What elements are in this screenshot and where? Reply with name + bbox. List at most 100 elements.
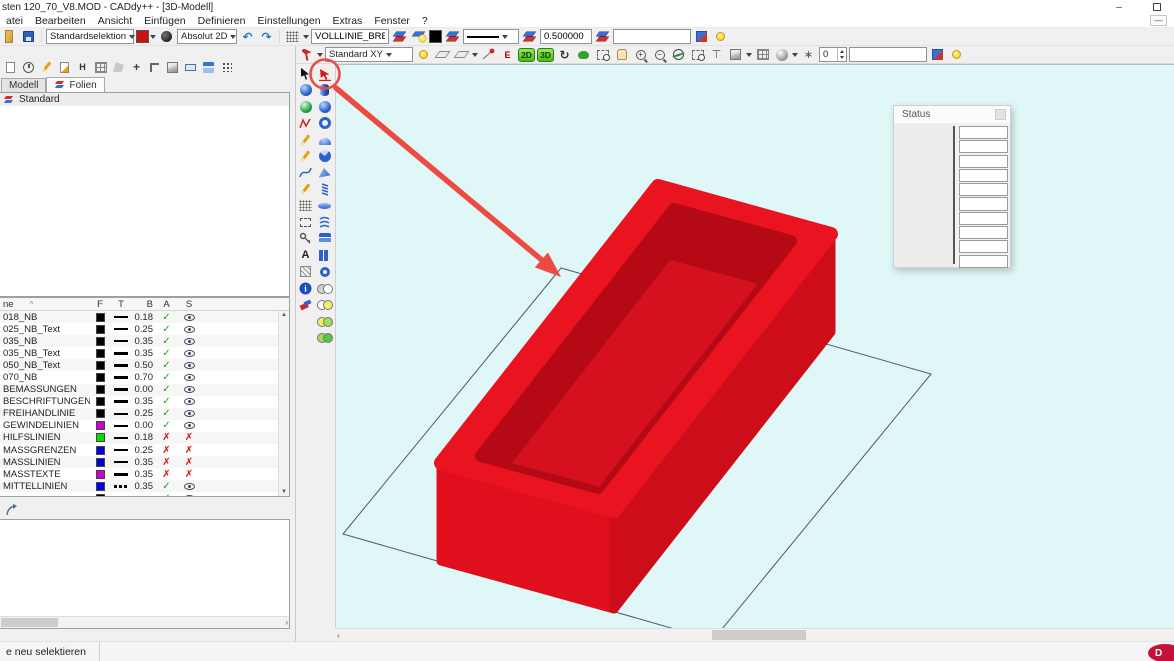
layer-width[interactable]: 0.35 <box>132 336 156 347</box>
spin-down-icon[interactable] <box>838 55 846 62</box>
point-snap-button[interactable] <box>480 47 497 63</box>
menu-item[interactable]: ? <box>416 15 434 27</box>
spinner-arrows[interactable] <box>837 48 846 61</box>
layer-linetype-cell[interactable] <box>110 388 132 391</box>
3d-viewport[interactable] <box>335 64 1174 628</box>
sphere3d-icon[interactable] <box>316 99 333 115</box>
menu-item[interactable]: Ansicht <box>92 15 138 27</box>
stack3d-icon[interactable] <box>316 231 333 247</box>
layer-row[interactable]: GEWINDELINIEN 0.00 ✓✗ ✗ <box>0 420 289 432</box>
layer-visible-cell[interactable]: ✗ <box>177 445 201 456</box>
measure-key-icon[interactable] <box>297 231 314 247</box>
pin-button[interactable] <box>298 47 315 63</box>
layer-linetype-cell[interactable] <box>110 485 132 488</box>
axis-icon[interactable]: + <box>128 59 145 75</box>
coordinate-combo[interactable]: Absolut 2D <box>177 29 237 44</box>
shading-button[interactable] <box>773 47 790 63</box>
mdi-minimize-button[interactable]: — <box>1150 15 1167 26</box>
cube-view-button[interactable] <box>727 47 744 63</box>
chevron-down-icon[interactable] <box>303 35 309 42</box>
header-t[interactable]: T <box>110 299 132 310</box>
shell-icon[interactable] <box>316 149 333 165</box>
light-button[interactable] <box>712 29 729 45</box>
layer-visible-cell[interactable]: ✗ <box>177 362 201 369</box>
dome-icon[interactable] <box>316 132 333 148</box>
layer-color-cell[interactable] <box>90 470 110 479</box>
zoom-out-button[interactable]: − <box>651 47 668 63</box>
box-fill-button[interactable] <box>929 47 946 63</box>
layer-visible-cell[interactable]: ✗ <box>177 432 201 443</box>
layer-color-cell[interactable] <box>90 397 110 406</box>
text-a-icon[interactable]: A <box>297 248 314 264</box>
taskbar-badge[interactable]: D <box>1148 644 1174 661</box>
layer-active-cell[interactable]: ✓✗ <box>156 408 177 419</box>
menu-item[interactable]: Extras <box>327 15 369 27</box>
screw-icon[interactable] <box>316 182 333 198</box>
layer-visible-cell[interactable]: ✗ <box>177 338 201 345</box>
header-a[interactable]: A <box>156 299 177 310</box>
pencil3-icon[interactable] <box>297 182 314 198</box>
layer-row[interactable]: 070_NB 0.70 ✓✗ ✗ <box>0 371 289 383</box>
layer-linetype-cell[interactable] <box>110 473 132 476</box>
light-toggle-button[interactable] <box>415 47 432 63</box>
doc-edit-icon[interactable] <box>56 59 73 75</box>
chevron-down-icon[interactable] <box>472 53 478 60</box>
layer-width-button[interactable] <box>594 29 611 45</box>
lasso-icon[interactable] <box>297 215 314 231</box>
layer-visible-cell[interactable]: ✗ <box>177 386 201 393</box>
layer-visible-cell[interactable]: ✗ <box>177 314 201 321</box>
layer-active-cell[interactable]: ✓✗ <box>156 493 177 497</box>
menu-item[interactable]: Einstellungen <box>252 15 327 27</box>
active-color-swatch[interactable] <box>429 30 442 43</box>
layer-width[interactable]: 0.25 <box>132 445 156 456</box>
menu-item[interactable]: Einfügen <box>138 15 191 27</box>
orbit-button[interactable] <box>670 47 687 63</box>
corner-icon[interactable] <box>146 59 163 75</box>
polyline-red-icon[interactable] <box>297 116 314 132</box>
layer-active-cell[interactable]: ✓✗ <box>156 384 177 395</box>
pencil-gold-icon[interactable] <box>38 59 55 75</box>
layer-linetype-cell[interactable] <box>110 340 132 343</box>
layer-linetype-cell[interactable] <box>110 316 132 319</box>
status-field[interactable] <box>959 155 1008 168</box>
layer-linetype-cell[interactable] <box>110 437 132 440</box>
layer-active-cell[interactable]: ✓✗ <box>156 469 177 480</box>
layer-linetype-cell[interactable] <box>110 413 132 416</box>
status-field[interactable] <box>959 183 1008 196</box>
layer-width[interactable]: 0.50 <box>132 360 156 371</box>
status-field[interactable] <box>959 140 1008 153</box>
layer-width[interactable]: 0.00 <box>132 384 156 395</box>
layer-active-cell[interactable]: ✓✗ <box>156 324 177 335</box>
torus-icon[interactable] <box>316 116 333 132</box>
line-name-input[interactable] <box>311 29 389 44</box>
layer-row[interactable]: 018_NB 0.18 ✓✗ ✗ <box>0 311 289 323</box>
layer-linetype-cell[interactable] <box>110 449 132 452</box>
save-button[interactable] <box>20 29 37 45</box>
layer-active-cell[interactable]: ✓✗ <box>156 457 177 468</box>
layer-visible-cell[interactable]: ✗ <box>177 410 201 417</box>
menu-item[interactable]: Bearbeiten <box>29 15 92 27</box>
layer-assign-button[interactable] <box>391 29 408 45</box>
layer-color-cell[interactable] <box>90 373 110 382</box>
layer-color-cell[interactable] <box>90 385 110 394</box>
undo-button[interactable]: ↶ <box>239 29 256 45</box>
detail-scrollbar[interactable]: › <box>0 616 289 628</box>
layer-visible-cell[interactable]: ✗ <box>177 326 201 333</box>
layer-row[interactable]: 025_NB_Text 0.25 ✓✗ ✗ <box>0 323 289 335</box>
status-window[interactable]: Status <box>893 105 1011 268</box>
disc-icon[interactable] <box>316 198 333 214</box>
bool-mixed-icon[interactable] <box>316 314 333 330</box>
layer-width[interactable]: 0.70 <box>132 372 156 383</box>
status-window-titlebar[interactable]: Status <box>894 106 1010 123</box>
view-2d-button[interactable]: 2D <box>518 48 535 62</box>
bool-green-icon[interactable] <box>316 330 333 346</box>
menu-item[interactable]: Fenster <box>368 15 416 27</box>
layer-row[interactable]: ✓✗ ✗ <box>0 492 289 497</box>
layer-color-cell[interactable] <box>90 409 110 418</box>
h-edit-icon[interactable]: H <box>74 59 91 75</box>
menu-item[interactable]: Definieren <box>192 15 252 27</box>
layer-color-cell[interactable] <box>90 421 110 430</box>
chevron-down-icon[interactable] <box>317 53 323 60</box>
layer-row[interactable]: BEMASSUNGEN 0.00 ✓✗ ✗ <box>0 384 289 396</box>
layer-color-cell[interactable] <box>90 482 110 491</box>
